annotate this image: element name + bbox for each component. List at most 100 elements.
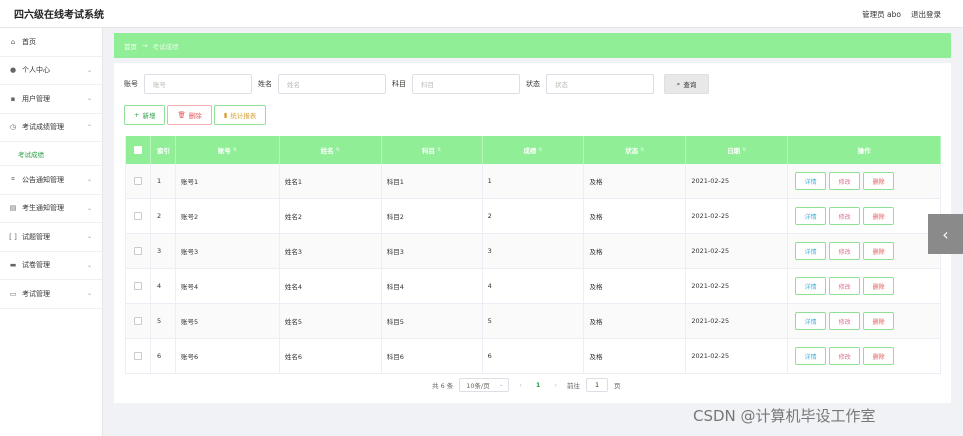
name-input[interactable]: 姓名 <box>278 74 386 94</box>
detail-button[interactable]: 详情 <box>795 242 827 260</box>
row-checkbox[interactable] <box>133 212 142 220</box>
col-account-label: 账号 <box>217 147 231 155</box>
sidebar-item-exam-scores[interactable]: ◷ 考试成绩管理 ⌃ <box>0 114 102 142</box>
col-status[interactable]: 状态 ⇅ <box>584 136 687 164</box>
pagination: 共 6 条 10条/页 ⌄ ‹ 1 › 前往 1 页 <box>432 378 621 392</box>
add-button[interactable]: + 新增 <box>124 105 166 125</box>
sidebar-item-questions[interactable]: [ ] 试题管理 ⌄ <box>0 223 102 252</box>
cell-score: 6 <box>483 339 585 373</box>
cell-index: 5 <box>151 304 176 338</box>
chevron-left-icon: ‹ <box>942 224 949 244</box>
logout-link[interactable]: 退出登录 <box>911 9 941 20</box>
row-checkbox[interactable] <box>133 247 142 255</box>
row-delete-button[interactable]: 删除 <box>863 242 895 260</box>
sidebar-item-home[interactable]: ⌂ 首页 <box>0 28 102 57</box>
subject-input[interactable]: 科目 <box>412 74 520 94</box>
sidebar-item-exams[interactable]: ▭ 考试管理 ⌄ <box>0 280 102 309</box>
goto-page-input[interactable]: 1 <box>586 378 609 392</box>
cell-status: 及格 <box>584 304 687 338</box>
breadcrumb-current: 考试成绩 <box>152 42 179 51</box>
sidebar-item-papers[interactable]: ▬ 试卷管理 ⌄ <box>0 252 102 280</box>
search-button[interactable]: ⌕ 查询 <box>664 74 709 94</box>
chevron-up-icon: ⌃ <box>86 123 92 131</box>
cell-score: 5 <box>483 304 585 338</box>
collapse-panel-button[interactable]: ‹ <box>928 214 963 254</box>
page-size-value: 10条/页 <box>466 382 490 390</box>
page-number-current[interactable]: 1 <box>536 381 541 389</box>
cell-subject: 科目4 <box>382 269 483 303</box>
cell-score: 2 <box>483 199 585 233</box>
col-actions: 操作 <box>788 136 942 164</box>
detail-button[interactable]: 详情 <box>795 312 827 330</box>
cell-status: 及格 <box>584 234 687 268</box>
sidebar-item-label: 首页 <box>22 37 36 46</box>
subject-label: 科目 <box>392 80 406 88</box>
col-account[interactable]: 账号 ⇅ <box>176 136 280 164</box>
report-button[interactable]: ▮ 统计报表 <box>213 105 267 125</box>
cell-score: 3 <box>483 234 585 268</box>
next-page-button[interactable]: › <box>554 381 557 389</box>
prev-page-button[interactable]: ‹ <box>519 381 522 389</box>
top-header: 四六级在线考试系统 管理员 abo 退出登录 <box>0 0 963 28</box>
row-checkbox[interactable] <box>133 282 142 290</box>
col-subject[interactable]: 科目 ⇅ <box>382 136 483 164</box>
row-checkbox[interactable] <box>133 352 142 360</box>
table-row: 4 账号4 姓名4 科目4 4 及格 2021-02-25 详情 修改 删除 <box>126 269 941 304</box>
page-size-select[interactable]: 10条/页 ⌄ <box>459 378 510 392</box>
select-all-checkbox[interactable] <box>133 146 142 154</box>
admin-label: 管理员 abo <box>862 9 901 19</box>
col-date[interactable]: 日期 ⇅ <box>686 136 789 164</box>
cell-status: 及格 <box>584 339 687 373</box>
sidebar-item-users[interactable]: ▪ 用户管理 ⌄ <box>0 85 102 114</box>
sidebar-subitem-scores[interactable]: 考试成绩 <box>0 142 102 166</box>
row-checkbox[interactable] <box>133 317 142 325</box>
status-input[interactable]: 状态 <box>546 74 654 94</box>
row-delete-button[interactable]: 删除 <box>863 312 895 330</box>
sidebar-item-profile[interactable]: ● 个人中心 ⌄ <box>0 57 102 85</box>
cell-date: 2021-02-25 <box>686 234 789 268</box>
row-delete-button[interactable]: 删除 <box>863 277 895 295</box>
edit-button[interactable]: 修改 <box>829 347 861 365</box>
detail-button[interactable]: 详情 <box>795 347 827 365</box>
row-delete-button[interactable]: 删除 <box>863 347 895 365</box>
row-delete-button[interactable]: 删除 <box>863 172 895 190</box>
status-label: 状态 <box>526 80 540 88</box>
col-name-label: 姓名 <box>320 147 334 155</box>
cell-status: 及格 <box>584 269 687 303</box>
home-icon: ⌂ <box>10 37 16 46</box>
edit-button[interactable]: 修改 <box>829 172 861 190</box>
col-score[interactable]: 成绩 ⇅ <box>483 136 585 164</box>
app-title: 四六级在线考试系统 <box>14 10 104 21</box>
edit-button[interactable]: 修改 <box>829 242 861 260</box>
edit-button[interactable]: 修改 <box>829 207 861 225</box>
row-checkbox[interactable] <box>133 177 142 185</box>
sidebar-item-label: 公告通知管理 <box>22 175 64 184</box>
detail-button[interactable]: 详情 <box>795 172 827 190</box>
chevron-down-icon: ⌄ <box>86 95 92 103</box>
sidebar-item-label: 考生通知管理 <box>22 204 64 213</box>
sidebar-item-label: 个人中心 <box>22 66 50 75</box>
cell-actions: 详情 修改 删除 <box>788 234 941 268</box>
delete-button[interactable]: 🗑 删除 <box>167 105 212 125</box>
cell-date: 2021-02-25 <box>686 164 789 198</box>
document-icon: ▤ <box>9 204 17 213</box>
detail-button[interactable]: 详情 <box>795 207 827 225</box>
row-delete-button[interactable]: 删除 <box>863 207 895 225</box>
detail-button[interactable]: 详情 <box>795 277 827 295</box>
table-row: 6 账号6 姓名6 科目6 6 及格 2021-02-25 详情 修改 删除 <box>126 339 941 374</box>
edit-button[interactable]: 修改 <box>829 277 861 295</box>
breadcrumb-home[interactable]: 首页 <box>124 41 137 51</box>
edit-button[interactable]: 修改 <box>829 312 861 330</box>
sidebar-item-candidate-notices[interactable]: ▤ 考生通知管理 ⌄ <box>0 195 102 223</box>
cell-actions: 详情 修改 删除 <box>788 304 941 338</box>
cell-name: 姓名6 <box>280 339 382 373</box>
sidebar-item-announcements[interactable]: ⌗ 公告通知管理 ⌄ <box>0 166 102 195</box>
account-input[interactable]: 账号 <box>144 74 252 94</box>
row-check-cell <box>126 339 151 373</box>
sidebar-item-label: 试卷管理 <box>22 261 50 270</box>
row-check-cell <box>126 304 151 338</box>
sidebar-item-label: 考试成绩管理 <box>22 123 64 132</box>
crop-icon: ⌗ <box>11 175 15 184</box>
name-label: 姓名 <box>258 80 272 88</box>
col-name[interactable]: 姓名 ⇅ <box>280 136 382 164</box>
